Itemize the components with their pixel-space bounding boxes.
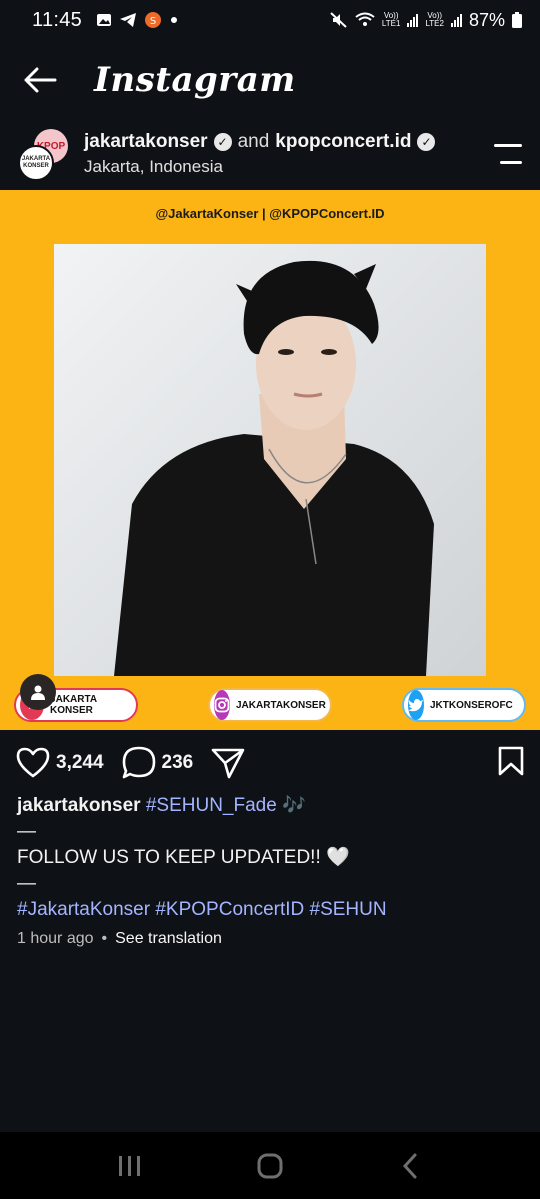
- verified-badge-icon: ✓: [417, 133, 436, 151]
- post-meta: 1 hour ago • See translation: [17, 930, 222, 948]
- dot-icon: [171, 17, 178, 23]
- tagged-users-button[interactable]: [20, 674, 56, 710]
- chevron-left-icon: [402, 1153, 417, 1178]
- gallery-icon: [97, 14, 112, 26]
- post-location[interactable]: Jakarta, Indonesia: [84, 157, 435, 177]
- home-icon: [257, 1153, 283, 1178]
- like-count: 3,244: [56, 752, 104, 773]
- person-icon: [31, 685, 45, 700]
- home-button[interactable]: [240, 1146, 300, 1186]
- post-header: KPOP JAKARTA KONSER jakartakonser ✓ and …: [0, 120, 540, 188]
- back-arrow-icon: [24, 67, 57, 93]
- post-image[interactable]: @JakartaKonser | @KPOPConcert.ID JAKARTA…: [0, 190, 540, 730]
- recents-icon: [119, 1155, 140, 1176]
- hashtag-link[interactable]: #SEHUN_Fade: [146, 795, 277, 816]
- comment-count: 236: [161, 752, 194, 773]
- twitter-icon: [408, 690, 424, 720]
- signal-1-icon: [407, 13, 419, 27]
- heart-icon: [16, 747, 50, 778]
- like-button[interactable]: 3,244: [16, 747, 104, 779]
- caption-dash: —: [17, 821, 36, 842]
- post-image-handle: @JakartaKonser | @KPOPConcert.ID: [155, 206, 385, 221]
- instagram-pill: JAKARTAKONSER: [208, 688, 332, 722]
- mute-icon: [330, 12, 347, 28]
- system-back-button[interactable]: [380, 1146, 440, 1186]
- status-bar: 11:45 S Vo)) LTE1 Vo)) LTE2 87%: [0, 0, 540, 40]
- shopee-icon: S: [145, 12, 162, 28]
- avatar-jakartakonser[interactable]: JAKARTA KONSER: [18, 145, 54, 181]
- pill-label: JKTKONSEROFC: [430, 699, 513, 711]
- telegram-icon: [120, 13, 137, 27]
- comment-button[interactable]: 236: [122, 746, 194, 780]
- battery-percent: 87%: [468, 9, 505, 30]
- photo: [54, 244, 486, 676]
- caption-emoji: 🎶: [282, 795, 306, 816]
- post-timestamp: 1 hour ago: [17, 930, 94, 947]
- instagram-icon: [214, 690, 230, 720]
- wifi-icon: [355, 12, 375, 26]
- signal-2-icon: [450, 13, 462, 27]
- caption-dash: —: [17, 873, 36, 894]
- author-conjunction: and: [237, 131, 270, 152]
- share-button[interactable]: [211, 747, 245, 779]
- post-actions: 3,244 236: [0, 740, 540, 786]
- system-nav-bar: [0, 1132, 540, 1199]
- post-caption: jakartakonser #SEHUN_Fade 🎶 — FOLLOW US …: [17, 793, 527, 923]
- twitter-pill: JKTKONSEROFC: [402, 688, 526, 722]
- see-translation-link[interactable]: See translation: [115, 930, 222, 948]
- sim1-label: Vo)) LTE1: [381, 11, 401, 28]
- pill-label: JAKARTAKONSER: [236, 699, 326, 711]
- author2-link[interactable]: kpopconcert.id: [275, 131, 411, 153]
- verified-badge-icon: ✓: [213, 133, 232, 151]
- send-icon: [211, 748, 245, 779]
- pill-label: JAKARTA KONSER: [50, 694, 97, 716]
- bookmark-icon: [498, 746, 524, 775]
- caption-username[interactable]: jakartakonser: [17, 795, 141, 816]
- avatar-group[interactable]: KPOP JAKARTA KONSER: [16, 123, 78, 185]
- comment-icon: [122, 746, 155, 779]
- hashtag-links[interactable]: #JakartaKonser #KPOPConcertID #SEHUN: [17, 897, 527, 923]
- battery-icon: [512, 12, 522, 28]
- back-button[interactable]: [20, 60, 60, 100]
- post-menu-button[interactable]: [490, 142, 524, 166]
- app-header: Instagram: [0, 44, 540, 116]
- save-button[interactable]: [498, 746, 524, 781]
- author1-link[interactable]: jakartakonser: [84, 131, 208, 153]
- app-title: Instagram: [94, 60, 296, 100]
- status-time: 11:45: [32, 8, 83, 31]
- recents-button[interactable]: [100, 1146, 160, 1186]
- person-photo: [54, 244, 486, 676]
- svg-text:S: S: [150, 16, 156, 27]
- caption-line: FOLLOW US TO KEEP UPDATED!! 🤍: [17, 847, 350, 868]
- sim2-label: Vo)) LTE2: [425, 11, 444, 28]
- meta-separator: •: [101, 930, 108, 947]
